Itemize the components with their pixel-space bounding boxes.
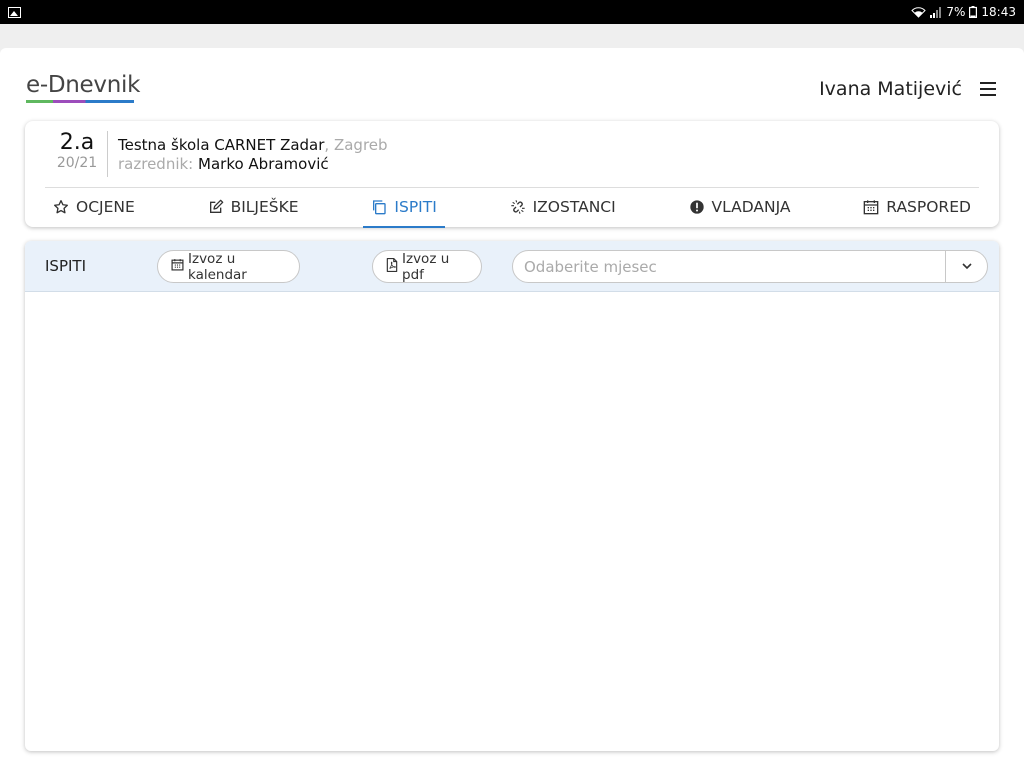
export-calendar-label: Izvoz u kalendar [188,250,247,283]
exams-panel: ISPITI Izvoz u kalendar Izvoz u pdf Odab… [25,241,999,751]
exams-title: ISPITI [45,257,87,275]
export-calendar-button[interactable]: Izvoz u kalendar [157,250,300,283]
tab-label: OCJENE [76,198,135,216]
class-card: 2.a 20/21 Testna škola CARNET Zadar, Zag… [25,121,999,228]
tab-label: IZOSTANCI [532,198,616,216]
tab-label: RASPORED [886,198,971,216]
calendar-icon [863,199,879,215]
tab-vladanja[interactable]: VLADANJA [687,188,793,226]
tab-label: ISPITI [394,198,437,216]
exclamation-circle-icon [689,199,705,215]
tab-raspored[interactable]: RASPORED [861,188,973,226]
app-logo[interactable]: e-Dnevnik [26,72,140,98]
month-select[interactable]: Odaberite mjesec [512,250,988,283]
school-city: , Zagreb [324,136,388,154]
school-info: Testna škola CARNET Zadar, Zagreb razred… [118,136,388,174]
month-select-placeholder: Odaberite mjesec [524,257,657,276]
status-bar: 7% 18:43 [0,0,1024,24]
edit-icon [208,199,224,215]
clock: 18:43 [981,5,1016,19]
brand[interactable]: e-Dnevnik [26,72,140,103]
pdf-file-icon [386,257,398,276]
gallery-icon [8,6,21,18]
teacher-label: razrednik: [118,155,194,173]
signal-icon [930,6,942,18]
chevron-down-icon[interactable] [945,251,987,282]
hamburger-menu-icon[interactable] [980,82,996,96]
tab-label: VLADANJA [711,198,791,216]
app-page: e-Dnevnik Ivana Matijević 2.a 20/21 Test… [0,48,1024,768]
export-pdf-button[interactable]: Izvoz u pdf [372,250,482,283]
teacher-name: Marko Abramović [198,155,329,173]
class-id: 2.a 20/21 [47,130,107,171]
tab-ispiti[interactable]: ISPITI [363,188,446,228]
tab-izostanci[interactable]: IZOSTANCI [508,188,618,226]
copy-icon [371,199,387,215]
wifi-icon [911,6,927,18]
battery-icon [969,6,978,18]
calendar-icon [171,258,184,275]
class-name: 2.a [59,130,95,155]
user-name[interactable]: Ivana Matijević [819,78,962,100]
tab-label: BILJEŠKE [230,198,299,216]
tab-bar: OCJENE BILJEŠKE ISPITI IZOSTANCI VLADANJ… [45,187,979,228]
class-divider [107,131,108,177]
battery-percent: 7% [946,5,966,19]
star-icon [53,199,69,215]
school-name: Testna škola CARNET Zadar [118,136,325,154]
export-pdf-label: Izvoz u pdf [402,250,450,283]
tab-ocjene[interactable]: OCJENE [51,188,137,226]
tab-biljeske[interactable]: BILJEŠKE [206,188,301,226]
exams-toolbar: ISPITI Izvoz u kalendar Izvoz u pdf Odab… [25,241,999,292]
school-year: 20/21 [56,155,98,171]
logo-underline [26,100,134,103]
broken-link-icon [510,199,526,215]
user-area: Ivana Matijević [819,78,996,100]
